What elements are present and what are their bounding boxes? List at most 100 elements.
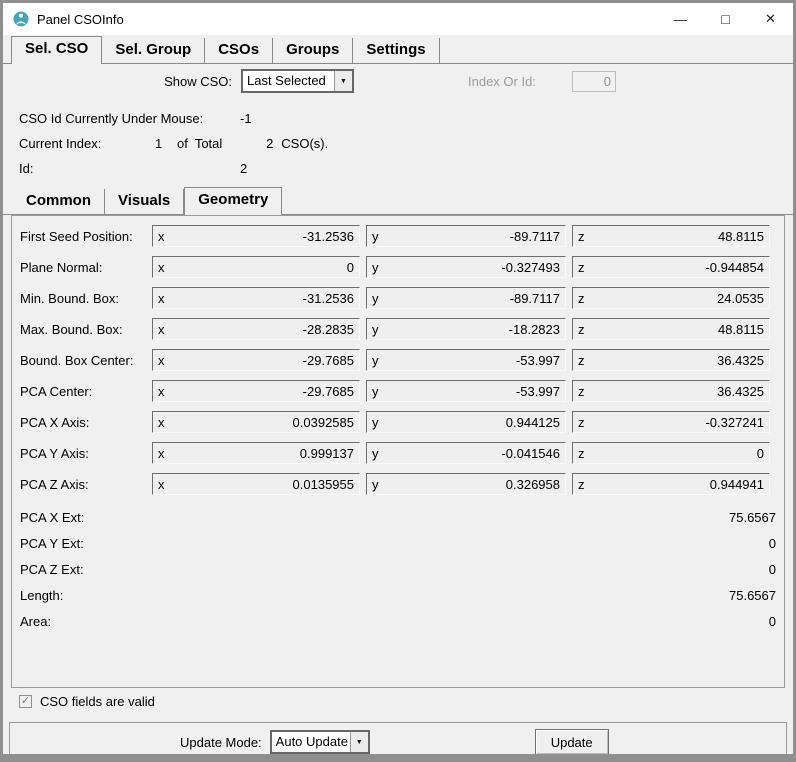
field-value: -31.2536 (303, 229, 354, 244)
tab-settings[interactable]: Settings (353, 38, 439, 63)
subtab-geometry[interactable]: Geometry (184, 187, 282, 215)
show-cso-dropdown[interactable]: Last Selected ▼ (241, 69, 354, 93)
field-value: -29.7685 (303, 384, 354, 399)
y-field: y -0.041546 (366, 442, 566, 464)
axis-label: y (372, 477, 379, 492)
field-label: Area: (20, 614, 769, 629)
field-label: PCA X Axis: (20, 415, 152, 430)
field-value: 36.4325 (717, 353, 764, 368)
maximize-button[interactable]: □ (703, 3, 748, 35)
id-row: Id: 2 (19, 156, 793, 181)
field-value: 75.6567 (729, 510, 776, 525)
scalar-row-area: Area: 0 (20, 608, 776, 634)
field-label: Min. Bound. Box: (20, 291, 152, 306)
cso-fields-valid-label: CSO fields are valid (40, 694, 155, 709)
tab-sel-cso[interactable]: Sel. CSO (11, 36, 102, 64)
field-label: PCA Z Axis: (20, 477, 152, 492)
axis-label: x (158, 291, 165, 306)
z-field: z36.4325 (572, 349, 770, 371)
field-value: 0 (769, 536, 776, 551)
current-index-label: Current Index: (19, 136, 155, 151)
field-value: -0.041546 (501, 446, 560, 461)
y-field: y-0.327493 (366, 256, 566, 278)
axis-label: z (578, 322, 585, 337)
under-mouse-label: CSO Id Currently Under Mouse: (19, 111, 240, 126)
window-title: Panel CSOInfo (37, 12, 124, 27)
of-total-label: of Total (177, 136, 222, 151)
maximize-icon: □ (721, 11, 729, 27)
field-value: 0 (769, 562, 776, 577)
geometry-row-min-bound-box: Min. Bound. Box: x-31.2536 y-89.7117 z24… (20, 287, 776, 309)
field-value: 0.0392585 (293, 415, 354, 430)
close-button[interactable]: ✕ (748, 3, 793, 35)
subtab-visuals[interactable]: Visuals (105, 189, 184, 214)
index-or-id-input[interactable] (572, 71, 616, 92)
index-or-id-label: Index Or Id: (468, 74, 536, 89)
axis-label: y (372, 291, 379, 306)
x-field: x-29.7685 (152, 349, 360, 371)
window-controls: — □ ✕ (658, 3, 793, 35)
axis-label: x (158, 229, 165, 244)
field-value: 0 (769, 614, 776, 629)
geometry-panel: First Seed Position: x-31.2536 y-89.7117… (11, 215, 785, 688)
id-value: 2 (240, 161, 247, 176)
show-cso-label: Show CSO: (3, 74, 241, 89)
axis-label: x (158, 260, 165, 275)
tab-groups[interactable]: Groups (273, 38, 353, 63)
axis-label: z (578, 260, 585, 275)
under-mouse-value: -1 (240, 111, 252, 126)
x-field: x -31.2536 (152, 225, 360, 247)
geometry-row-first-seed-position: First Seed Position: x-31.2536 y-89.7117… (20, 225, 776, 247)
z-field: z 48.8115 (572, 225, 770, 247)
field-value: 0 (347, 260, 354, 275)
field-value: -18.2823 (509, 322, 560, 337)
check-icon: ✓ (21, 696, 30, 707)
field-value: 48.8115 (718, 229, 764, 244)
cso-fields-valid-row: ✓ CSO fields are valid (3, 688, 793, 714)
z-field: z-0.327241 (572, 411, 770, 433)
field-value: -0.944854 (705, 260, 764, 275)
axis-label: z (578, 291, 585, 306)
axis-label: x (158, 353, 165, 368)
axis-label: y (372, 415, 379, 430)
field-label: PCA X Ext: (20, 510, 729, 525)
current-index-value: 1 (155, 136, 163, 151)
y-field: y 0.944125 (366, 411, 566, 433)
scalar-row-length: Length: 75.6567 (20, 582, 776, 608)
x-field: x0 (152, 256, 360, 278)
z-field: z48.8115 (572, 318, 770, 340)
y-field: y -89.7117 (366, 287, 566, 309)
footer-bar: Update Mode: Auto Update ▼ Update (9, 722, 787, 762)
tab-sel-group[interactable]: Sel. Group (102, 38, 205, 63)
current-index-row: Current Index: 1 of Total 2 CSO(s). (19, 131, 793, 156)
axis-label: x (158, 322, 165, 337)
axis-label: x (158, 446, 165, 461)
minimize-button[interactable]: — (658, 3, 703, 35)
tab-csos[interactable]: CSOs (205, 38, 273, 63)
field-value: 24.0535 (717, 291, 764, 306)
y-field: y-53.997 (366, 349, 566, 371)
field-value: -89.7117 (510, 291, 560, 306)
update-button[interactable]: Update (535, 729, 609, 755)
field-label: PCA Y Ext: (20, 536, 769, 551)
subtab-common[interactable]: Common (13, 189, 105, 214)
z-field: z0 (572, 442, 770, 464)
scalar-row-pca-x-ext: PCA X Ext: 75.6567 (20, 504, 776, 530)
field-label: Max. Bound. Box: (20, 322, 152, 337)
field-value: -89.7117 (510, 229, 560, 244)
update-button-label: Update (551, 735, 593, 750)
update-mode-dropdown[interactable]: Auto Update ▼ (270, 730, 370, 754)
axis-label: x (158, 415, 165, 430)
field-value: 75.6567 (729, 588, 776, 603)
chevron-down-icon: ▼ (334, 71, 352, 91)
axis-label: x (158, 477, 165, 492)
y-field: y0.326958 (366, 473, 566, 495)
cso-count-label: CSO(s). (281, 136, 328, 151)
cso-fields-valid-checkbox[interactable]: ✓ (19, 695, 32, 708)
field-value: 0.0135955 (293, 477, 354, 492)
update-mode-label: Update Mode: (180, 735, 262, 750)
axis-label: z (578, 229, 585, 244)
field-value: 0.944125 (506, 415, 560, 430)
field-value: -53.997 (516, 353, 560, 368)
axis-label: y (372, 446, 379, 461)
